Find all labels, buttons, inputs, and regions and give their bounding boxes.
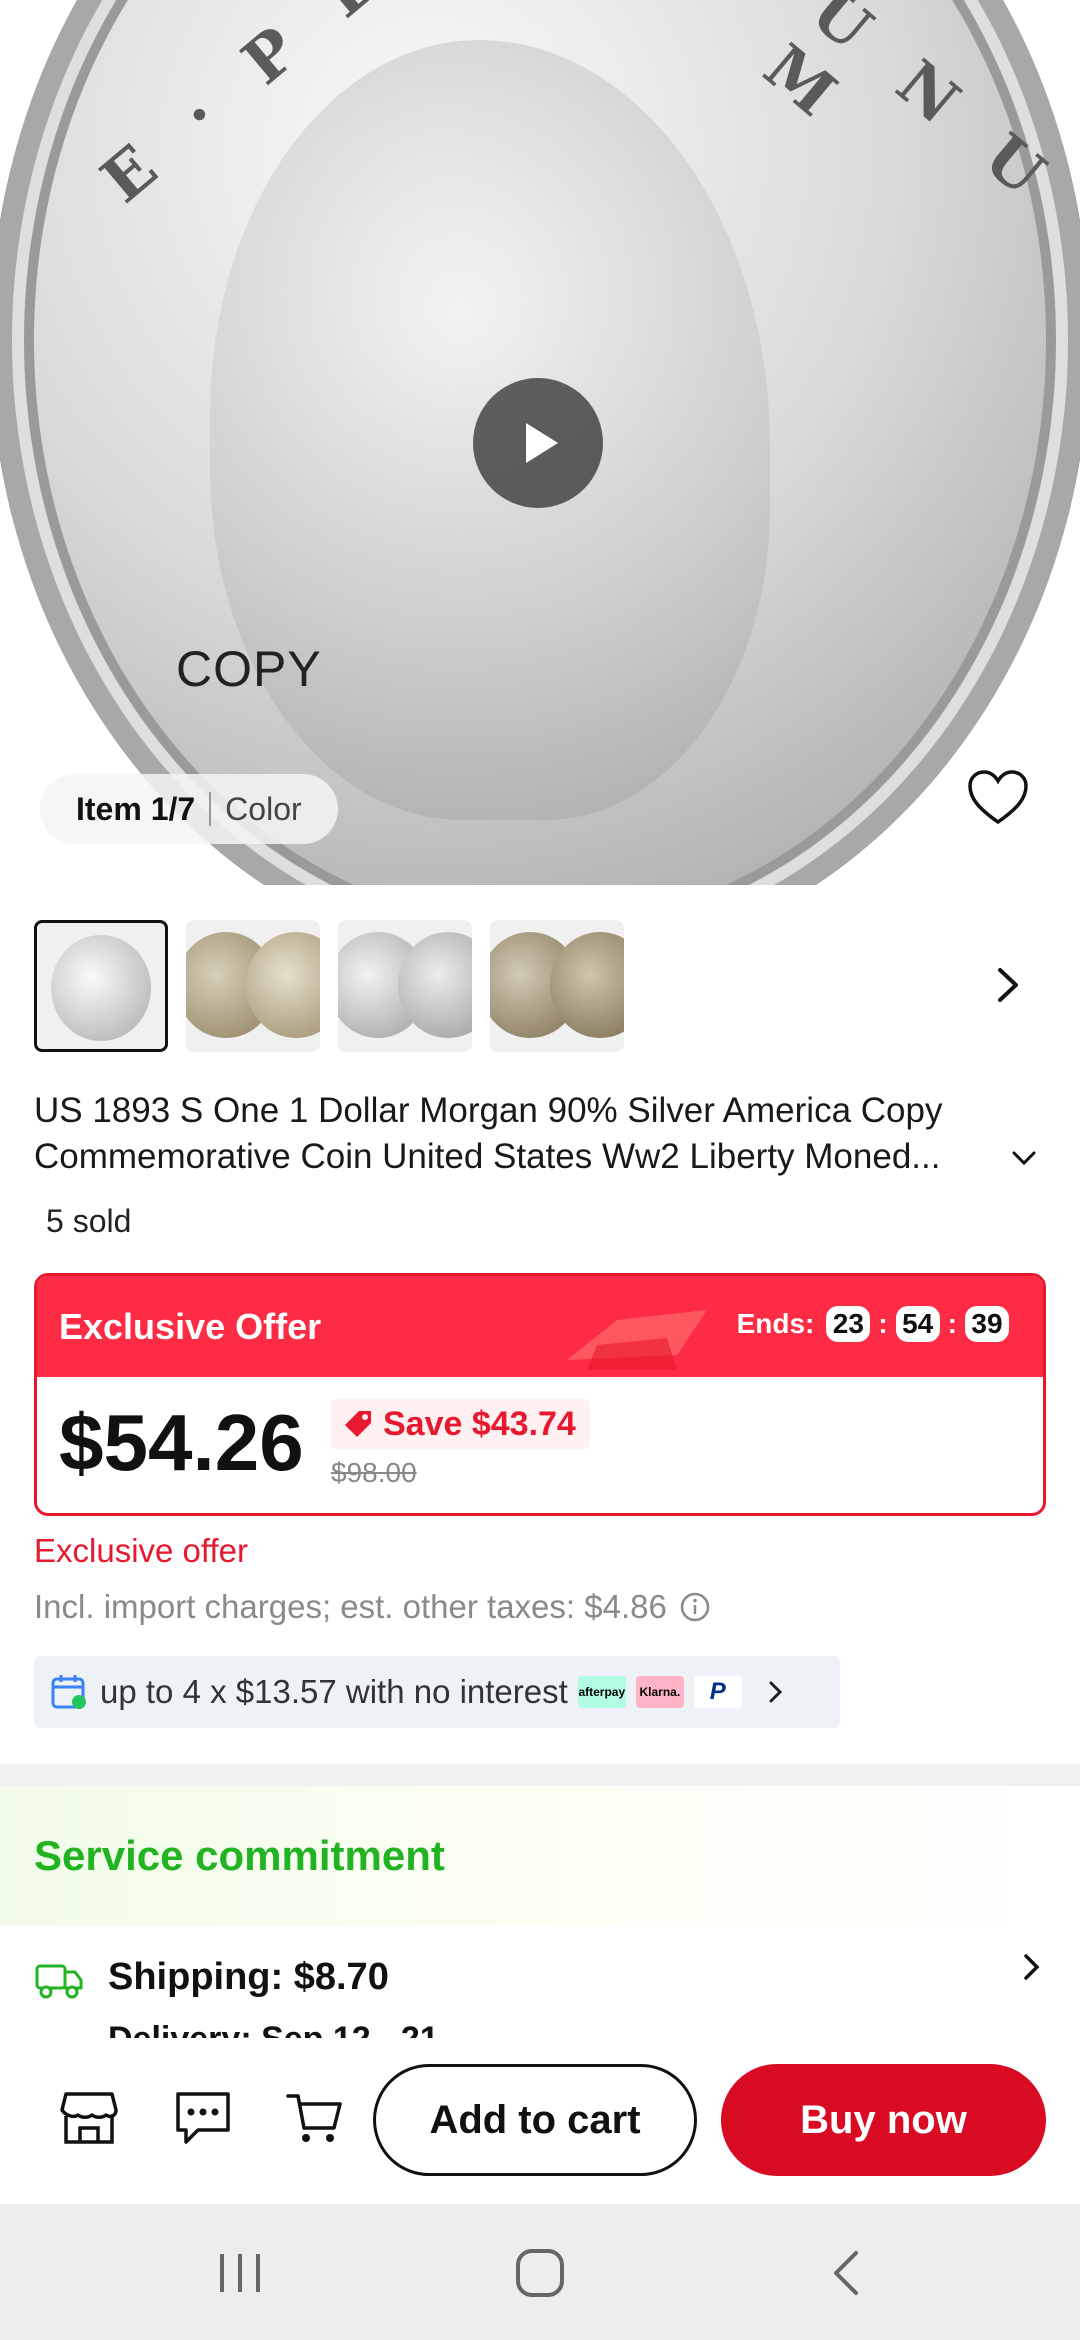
section-divider	[0, 1764, 1080, 1786]
chevron-right-icon[interactable]	[988, 960, 1028, 1010]
offer-header: Exclusive Offer Ends: 23 : 54 : 39	[37, 1276, 1043, 1377]
current-price: $54.26	[59, 1398, 304, 1487]
original-price: $98.00	[331, 1457, 417, 1488]
countdown-colon: :	[947, 1308, 957, 1339]
gift-box-icon	[567, 1310, 707, 1370]
coin-copy-mark: COPY	[176, 641, 322, 697]
chevron-right-icon	[769, 1681, 782, 1703]
pill-separator	[209, 792, 212, 826]
thumbnail-4[interactable]	[490, 920, 624, 1052]
thumbnail-3[interactable]	[338, 920, 472, 1052]
color-label: Color	[225, 790, 302, 827]
discount-tag-icon	[345, 1411, 371, 1437]
thumbnail-coin	[51, 935, 151, 1041]
taxes-text: Incl. import charges; est. other taxes: …	[34, 1588, 667, 1625]
countdown-colon: :	[878, 1308, 888, 1339]
chat-icon[interactable]	[172, 2088, 234, 2148]
save-amount: Save $43.74	[383, 1404, 576, 1443]
store-icon[interactable]	[58, 2088, 120, 2148]
play-video-button[interactable]	[473, 378, 603, 508]
thumbnail-2[interactable]	[186, 920, 320, 1052]
offer-title: Exclusive Offer	[59, 1305, 322, 1347]
info-icon[interactable]	[679, 1591, 711, 1623]
item-count: Item 1/7	[76, 790, 196, 827]
chevron-right-icon[interactable]	[1020, 1950, 1044, 1984]
offer-body: $54.26 Save $43.74 $98.00	[37, 1377, 1043, 1513]
service-commitment-title: Service commitment	[34, 1832, 445, 1879]
bottom-action-bar: Add to cart Buy now	[0, 2038, 1080, 2204]
afterpay-logo: afterpay	[577, 1676, 626, 1708]
countdown-seconds: 39	[965, 1306, 1009, 1342]
system-navigation-bar	[0, 2204, 1080, 2340]
shipping-cost[interactable]: Shipping: $8.70	[108, 1956, 389, 1999]
chevron-down-icon[interactable]	[1010, 1146, 1038, 1170]
heart-icon[interactable]	[966, 768, 1030, 828]
klarna-logo: Klarna.	[635, 1676, 684, 1708]
truck-icon	[35, 1964, 83, 1999]
product-image-gallery[interactable]: E · P L U N U M COPY Item 1/7 Color	[0, 0, 1080, 885]
countdown-hours: 23	[826, 1306, 871, 1342]
countdown-minutes: 54	[895, 1306, 940, 1342]
save-badge: Save $43.74	[331, 1399, 590, 1449]
installments-banner[interactable]: up to 4 x $13.57 with no interest afterp…	[34, 1656, 840, 1728]
sold-count: 5 sold	[46, 1203, 132, 1239]
installments-text: up to 4 x $13.57 with no interest	[100, 1673, 568, 1710]
calendar-icon	[51, 1675, 86, 1709]
recent-apps-icon[interactable]	[214, 2248, 266, 2298]
taxes-note[interactable]: Incl. import charges; est. other taxes: …	[34, 1588, 711, 1626]
cart-icon[interactable]	[284, 2088, 344, 2148]
product-title[interactable]: US 1893 S One 1 Dollar Morgan 90% Silver…	[34, 1088, 1044, 1180]
thumbnail-1[interactable]	[34, 920, 168, 1052]
add-to-cart-button[interactable]: Add to cart	[373, 2064, 697, 2176]
paypal-logo: P	[693, 1676, 742, 1708]
thumbnail-strip	[34, 920, 624, 1052]
buy-now-button[interactable]: Buy now	[721, 2064, 1046, 2176]
item-counter-pill[interactable]: Item 1/7 Color	[40, 774, 338, 844]
exclusive-offer-card: Exclusive Offer Ends: 23 : 54 : 39 $54.2…	[34, 1273, 1046, 1516]
back-icon[interactable]	[826, 2248, 866, 2298]
home-icon[interactable]	[514, 2248, 566, 2298]
ends-label: Ends:	[736, 1308, 815, 1339]
exclusive-offer-note: Exclusive offer	[34, 1532, 248, 1569]
countdown: Ends: 23 : 54 : 39	[737, 1306, 1013, 1342]
play-icon	[526, 423, 558, 463]
